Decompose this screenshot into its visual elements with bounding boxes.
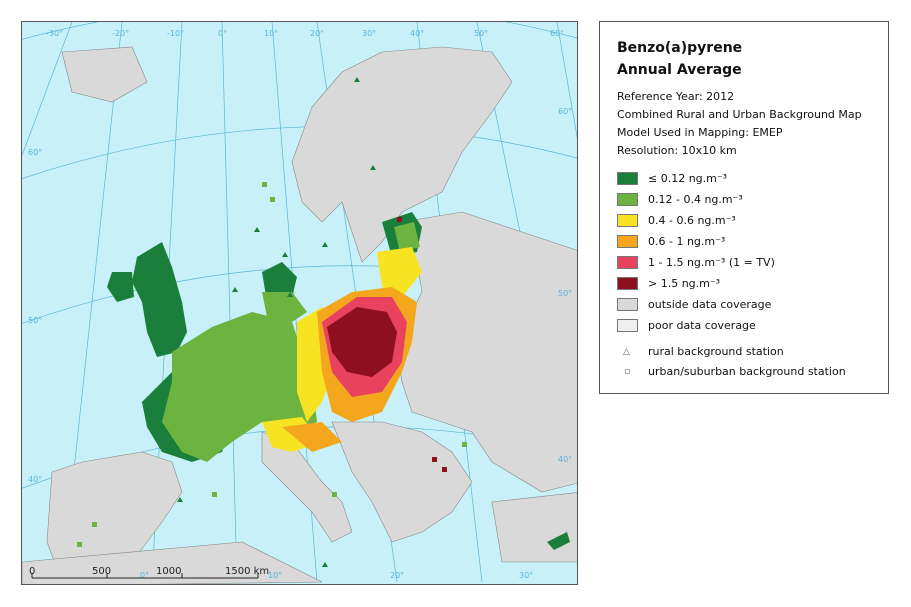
map-canvas: -30° -20° -10° 0° 10° 20° 30° 40° 50° 60… [22,22,577,584]
legend-class-label: > 1.5 ng.m⁻³ [648,277,721,290]
color-swatch [617,319,638,332]
legend-class-label: ≤ 0.12 ng.m⁻³ [648,172,728,185]
lon-label: 0° [140,571,149,580]
station-label: urban/suburban background station [648,365,846,378]
reference-year: Reference Year: 2012 [617,90,735,103]
lat-label: 40° [558,455,572,464]
scale-tick: 1000 [156,566,181,577]
lon-label: 20° [390,571,404,580]
color-swatch [617,298,638,311]
lon-label: 60° [550,29,564,38]
lon-label: -20° [112,29,129,38]
legend-title-line1: Benzo(a)pyrene [617,40,743,56]
color-swatch [617,214,638,227]
map-type: Combined Rural and Urban Background Map [617,108,862,121]
scale-tick: 500 [92,566,111,577]
triangle-icon: △ [623,347,630,357]
color-swatch [617,277,638,290]
legend-class-label: poor data coverage [648,319,756,332]
square-icon [625,369,630,374]
legend-class-label: 1 - 1.5 ng.m⁻³ (1 = TV) [648,256,775,269]
legend-class-label: 0.6 - 1 ng.m⁻³ [648,235,726,248]
map-legend: Benzo(a)pyrene Annual Average Reference … [599,21,889,394]
lon-label: 30° [362,29,376,38]
color-swatch [617,193,638,206]
lon-label: 50° [474,29,488,38]
lon-label: -30° [46,29,63,38]
lat-label: 40° [28,475,42,484]
scale-tick: 0 [29,566,35,577]
color-swatch [617,235,638,248]
scale-tick: 1500 km [225,566,269,577]
pollution-map[interactable]: -30° -20° -10° 0° 10° 20° 30° 40° 50° 60… [21,21,578,585]
lon-label: -10° [167,29,184,38]
resolution: Resolution: 10x10 km [617,144,737,157]
lat-label: 60° [558,107,572,116]
color-swatch [617,172,638,185]
lon-label: 0° [218,29,227,38]
legend-title-line2: Annual Average [617,62,742,78]
station-label: rural background station [648,345,784,358]
lon-label: 20° [310,29,324,38]
legend-class-label: 0.4 - 0.6 ng.m⁻³ [648,214,736,227]
lat-label: 60° [28,148,42,157]
lon-label: 30° [519,571,533,580]
lon-label: 10° [264,29,278,38]
lon-label: 40° [410,29,424,38]
lat-label: 50° [28,316,42,325]
lon-label: 10° [268,571,282,580]
color-swatch [617,256,638,269]
model-used: Model Used in Mapping: EMEP [617,126,783,139]
legend-class-label: outside data coverage [648,298,772,311]
legend-class-label: 0.12 - 0.4 ng.m⁻³ [648,193,743,206]
lat-label: 50° [558,289,572,298]
